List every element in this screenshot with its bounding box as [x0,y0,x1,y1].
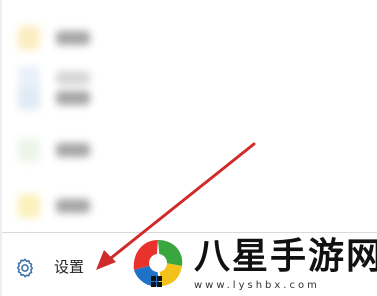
blurred-app-icon [18,26,40,50]
settings-label: 设置 [54,258,85,276]
start-menu-list [0,0,377,232]
blurred-app-label [56,31,90,45]
blurred-app-label [56,143,90,157]
menu-item-blurred-5[interactable] [0,186,377,226]
blurred-app-label [56,91,90,105]
menu-item-blurred-3[interactable] [0,78,377,118]
watermark-title: 八星手游网 [194,236,377,277]
start-menu-screenshot: 设置 八星手游网 www.lyshbx.com [0,0,377,296]
menu-item-blurred-4[interactable] [0,130,377,170]
blurred-app-icon [18,194,40,218]
settings-menu-item[interactable]: 设置 [0,244,120,290]
gear-icon [16,258,34,278]
watermark-logo [133,240,183,287]
watermark-url: www.lyshbx.com [194,280,320,291]
blurred-app-icon [18,86,40,110]
menu-divider [0,232,377,233]
blurred-app-label [56,199,90,213]
blurred-app-icon [18,138,40,162]
watermark: 八星手游网 www.lyshbx.com [122,232,377,296]
menu-item-blurred-1[interactable] [0,18,377,58]
